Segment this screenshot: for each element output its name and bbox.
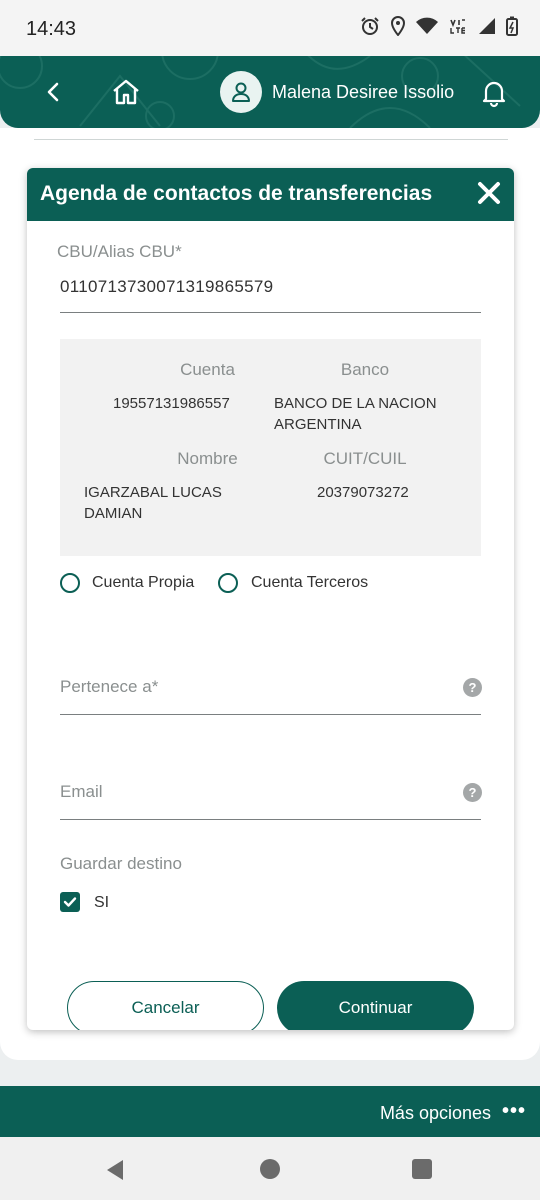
email-underline xyxy=(60,819,481,820)
nav-home-icon[interactable] xyxy=(260,1159,280,1179)
battery-icon xyxy=(506,16,518,36)
nav-back-icon[interactable] xyxy=(105,1159,125,1181)
cuit-value: 20379073272 xyxy=(317,484,409,501)
status-time: 14:43 xyxy=(26,18,77,40)
nombre-label: Nombre xyxy=(177,449,238,468)
home-button[interactable] xyxy=(110,76,142,108)
nombre-line-2: DAMIAN xyxy=(84,505,143,522)
status-bar: 14:43 xyxy=(0,0,540,56)
cancel-button[interactable]: Cancelar xyxy=(67,981,264,1030)
location-icon xyxy=(390,16,406,36)
nav-recent-icon[interactable] xyxy=(412,1159,432,1179)
signal-icon xyxy=(478,17,496,35)
modal-header: Agenda de contactos de transferencias xyxy=(27,168,514,221)
check-icon xyxy=(63,897,77,907)
cbu-label-text: CBU/Alias CBU xyxy=(57,242,176,261)
avatar[interactable] xyxy=(220,71,262,113)
pertenece-label-text: Pertenece a xyxy=(60,677,152,696)
close-icon xyxy=(478,182,500,204)
cbu-label: CBU/Alias CBU* xyxy=(57,242,182,262)
volte-icon xyxy=(448,16,468,36)
continue-button[interactable]: Continuar xyxy=(277,981,474,1030)
banco-line-1: BANCO DE LA NACION xyxy=(274,395,437,412)
required-mark: * xyxy=(175,242,182,261)
user-icon xyxy=(232,82,250,102)
cuenta-label: Cuenta xyxy=(180,360,235,379)
cuit-label: CUIT/CUIL xyxy=(323,449,407,468)
cbu-value[interactable]: 0110713730071319865579 xyxy=(60,277,273,297)
divider xyxy=(34,139,508,140)
bell-icon xyxy=(482,81,506,108)
radio-label-propia: Cuenta Propia xyxy=(92,574,195,591)
email-label[interactable]: Email xyxy=(60,782,103,802)
account-info-box: Cuenta 19557131986557 Banco BANCO DE LA … xyxy=(60,339,481,556)
radio-button-terceros[interactable] xyxy=(218,573,238,593)
home-icon xyxy=(113,79,139,105)
modal-title: Agenda de contactos de transferencias xyxy=(40,182,433,205)
user-name[interactable]: Malena Desiree Issolio xyxy=(272,82,454,103)
banco-label: Banco xyxy=(340,360,390,379)
system-nav-bar xyxy=(0,1137,540,1200)
chevron-left-icon xyxy=(47,82,59,102)
cuenta-value: 19557131986557 xyxy=(113,395,230,412)
cbu-underline xyxy=(60,312,481,313)
status-icons xyxy=(360,16,518,36)
radio-button-propia[interactable] xyxy=(60,573,80,593)
guardar-label: Guardar destino xyxy=(60,854,182,873)
required-mark: * xyxy=(151,677,159,696)
pertenece-underline xyxy=(60,714,481,715)
banco-line-2: ARGENTINA xyxy=(274,416,362,433)
notifications-button[interactable] xyxy=(478,76,510,108)
help-icon[interactable]: ? xyxy=(463,783,482,802)
guardar-option-label: SI xyxy=(94,894,110,911)
radio-label-terceros: Cuenta Terceros xyxy=(251,574,369,591)
wifi-icon xyxy=(416,17,438,35)
nombre-value: IGARZABAL LUCAS DAMIAN xyxy=(84,482,222,524)
alarm-icon xyxy=(360,16,380,36)
more-options-label[interactable]: Más opciones xyxy=(380,1103,491,1124)
transfer-contacts-modal: Agenda de contactos de transferencias CB… xyxy=(27,168,514,1030)
nombre-line-1: IGARZABAL LUCAS xyxy=(84,484,222,501)
more-options-bar[interactable]: Más opciones ••• xyxy=(0,1086,540,1137)
more-dots-icon[interactable]: ••• xyxy=(502,1100,526,1123)
pertenece-label[interactable]: Pertenece a* xyxy=(60,677,158,697)
banco-value: BANCO DE LA NACION ARGENTINA xyxy=(274,393,437,435)
header-pattern xyxy=(0,56,521,128)
back-button[interactable] xyxy=(40,78,68,106)
help-icon[interactable]: ? xyxy=(463,678,482,697)
app-header: Malena Desiree Issolio xyxy=(0,56,540,128)
close-button[interactable] xyxy=(476,180,502,206)
guardar-checkbox[interactable] xyxy=(60,892,80,912)
